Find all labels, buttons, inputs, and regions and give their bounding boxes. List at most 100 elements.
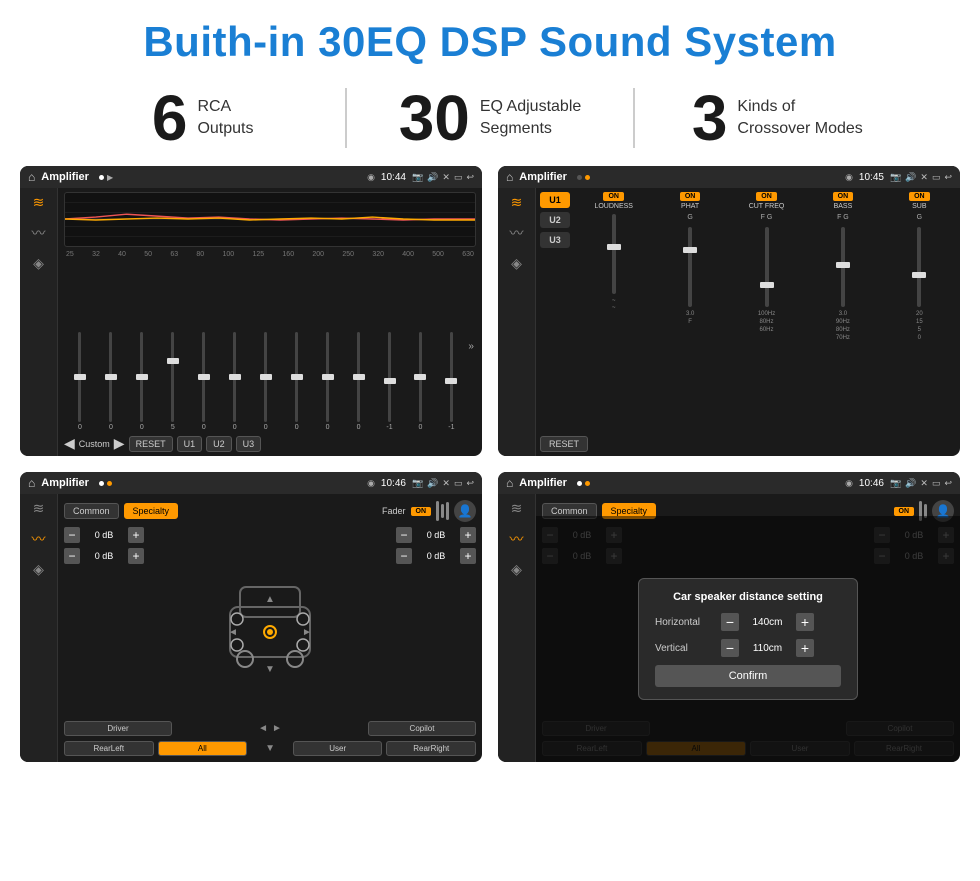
- eq-icon-1[interactable]: ≋: [33, 194, 45, 211]
- camera-icon-4: 📷: [890, 478, 901, 489]
- home-icon-2[interactable]: ⌂: [506, 170, 513, 184]
- rearright-btn[interactable]: RearRight: [386, 741, 476, 756]
- slider-phat: [688, 227, 692, 307]
- vertical-minus-btn[interactable]: −: [721, 639, 739, 657]
- channel-label-sub: SUB: [912, 203, 926, 210]
- slider-cutfreq: [765, 227, 769, 307]
- fader-bottom-row-2: RearLeft All ▼ User RearRight: [64, 741, 476, 756]
- horizontal-plus-btn[interactable]: +: [796, 613, 814, 631]
- screen1-time: 10:44: [381, 172, 406, 183]
- fader-right-controls: − 0 dB + − 0 dB +: [396, 527, 476, 716]
- user-icon-3[interactable]: 👤: [454, 500, 476, 522]
- confirm-button[interactable]: Confirm: [655, 665, 841, 687]
- on-badge-phat: ON: [680, 192, 701, 201]
- speaker-icon-2[interactable]: ◈: [511, 255, 522, 272]
- camera-icon-1: 📷: [412, 172, 423, 183]
- tab-common-3[interactable]: Common: [64, 503, 119, 519]
- close-icon-4: ✕: [920, 478, 928, 489]
- plus-btn-4[interactable]: +: [460, 548, 476, 564]
- channel-label-phat: PHAT: [681, 203, 699, 210]
- reset-btn-1[interactable]: RESET: [129, 436, 173, 452]
- db-row-3: − 0 dB +: [396, 527, 476, 543]
- preset-u2[interactable]: U2: [540, 212, 570, 228]
- vertical-plus-btn[interactable]: +: [796, 639, 814, 657]
- horizontal-minus-btn[interactable]: −: [721, 613, 739, 631]
- home-icon-4[interactable]: ⌂: [506, 476, 513, 490]
- play-icon-1: ▶: [107, 173, 113, 182]
- copilot-btn[interactable]: Copilot: [368, 721, 476, 736]
- minus-btn-2[interactable]: −: [64, 548, 80, 564]
- svg-text:▼: ▼: [265, 664, 275, 675]
- eq-slider-7: 0: [283, 332, 311, 431]
- horizontal-value: 140cm: [745, 617, 790, 628]
- speaker-icon-1[interactable]: ◈: [33, 255, 44, 272]
- db-row-2: − 0 dB +: [64, 548, 144, 564]
- plus-btn-3[interactable]: +: [460, 527, 476, 543]
- stat-label-rca-2: Outputs: [197, 118, 253, 140]
- preset-u3[interactable]: U3: [540, 232, 570, 248]
- home-icon-3[interactable]: ⌂: [28, 476, 35, 490]
- stat-eq: 30 EQ Adjustable Segments: [347, 86, 632, 150]
- location-icon-4: ◉: [845, 478, 853, 489]
- left-panel-4: ≋ 〰 ◈: [498, 494, 536, 762]
- prev-btn[interactable]: ◀: [64, 435, 75, 452]
- status-bar-1: ⌂ Amplifier ▶ ◉ 10:44 📷 🔊 ✕ ▭ ↩: [20, 166, 482, 188]
- next-btn[interactable]: ▶: [114, 435, 125, 452]
- stat-label-crossover-2: Crossover Modes: [737, 118, 862, 140]
- eq-icon-4[interactable]: ≋: [511, 500, 523, 517]
- tab-specialty-3[interactable]: Specialty: [124, 503, 179, 519]
- left-panel-1: ≋ 〰 ◈: [20, 188, 58, 456]
- rearleft-btn[interactable]: RearLeft: [64, 741, 154, 756]
- left-panel-2: ≋ 〰 ◈: [498, 188, 536, 456]
- speaker-icon-4[interactable]: ◈: [511, 561, 522, 578]
- db-val-3: 0 dB: [415, 530, 457, 540]
- u3-btn-1[interactable]: U3: [236, 436, 262, 452]
- minus-btn-3[interactable]: −: [396, 527, 412, 543]
- eq-slider-12: -1: [437, 332, 465, 431]
- camera-icon-2: 📷: [890, 172, 901, 183]
- home-icon-1[interactable]: ⌂: [28, 170, 35, 184]
- more-icon[interactable]: »: [468, 341, 474, 352]
- wave-icon-4[interactable]: 〰: [510, 529, 524, 549]
- status-icons-4: 📷 🔊 ✕ ▭ ↩: [890, 478, 952, 489]
- speaker-icon-3[interactable]: ◈: [33, 561, 44, 578]
- screen2-content: ≋ 〰 ◈ U1 U2 U3 ON LOUDNESS: [498, 188, 960, 456]
- fader-label: Fader: [382, 506, 406, 516]
- fader-car-visual: ▲ ▼ ◄ ►: [152, 527, 388, 716]
- eq-slider-9: 0: [345, 332, 373, 431]
- plus-btn-1[interactable]: +: [128, 527, 144, 543]
- eq-icon-3[interactable]: ≋: [33, 500, 45, 517]
- back-icon-4: ↩: [944, 478, 952, 489]
- minus-btn-4[interactable]: −: [396, 548, 412, 564]
- status-dots-3: [99, 481, 112, 486]
- u2-btn-1[interactable]: U2: [206, 436, 232, 452]
- wave-icon-2[interactable]: 〰: [510, 223, 524, 243]
- screen3-content: ≋ 〰 ◈ Common Specialty Fader ON 👤: [20, 494, 482, 762]
- preset-u1[interactable]: U1: [540, 192, 570, 208]
- screen4-content: ≋ 〰 ◈ Common Specialty ON 👤: [498, 494, 960, 762]
- eq-icon-2[interactable]: ≋: [511, 194, 523, 211]
- car-svg: ▲ ▼ ◄ ►: [225, 567, 315, 677]
- u1-btn-1[interactable]: U1: [177, 436, 203, 452]
- wave-icon-1[interactable]: 〰: [32, 223, 46, 243]
- driver-btn[interactable]: Driver: [64, 721, 172, 736]
- svg-text:▲: ▲: [265, 594, 275, 605]
- screen4-time: 10:46: [859, 478, 884, 489]
- eq-slider-8: 0: [314, 332, 342, 431]
- screen2-time: 10:45: [859, 172, 884, 183]
- page-title: Buith-in 30EQ DSP Sound System: [0, 0, 980, 76]
- horizontal-label: Horizontal: [655, 617, 715, 628]
- minus-btn-1[interactable]: −: [64, 527, 80, 543]
- fader-on-badge-4: ON: [894, 507, 915, 516]
- channel-phat: ON PHAT G 3.0 F: [653, 192, 726, 432]
- slider-bass: [841, 227, 845, 307]
- plus-btn-2[interactable]: +: [128, 548, 144, 564]
- wave-icon-3[interactable]: 〰: [32, 529, 46, 549]
- dialog-overlay: Car speaker distance setting Horizontal …: [536, 516, 960, 762]
- user-btn-3[interactable]: User: [293, 741, 383, 756]
- reset-btn-2[interactable]: RESET: [540, 436, 588, 452]
- channel-loudness: ON LOUDNESS ~~: [577, 192, 650, 432]
- all-btn[interactable]: All: [158, 741, 248, 756]
- close-icon-1: ✕: [442, 172, 450, 183]
- screen3-time: 10:46: [381, 478, 406, 489]
